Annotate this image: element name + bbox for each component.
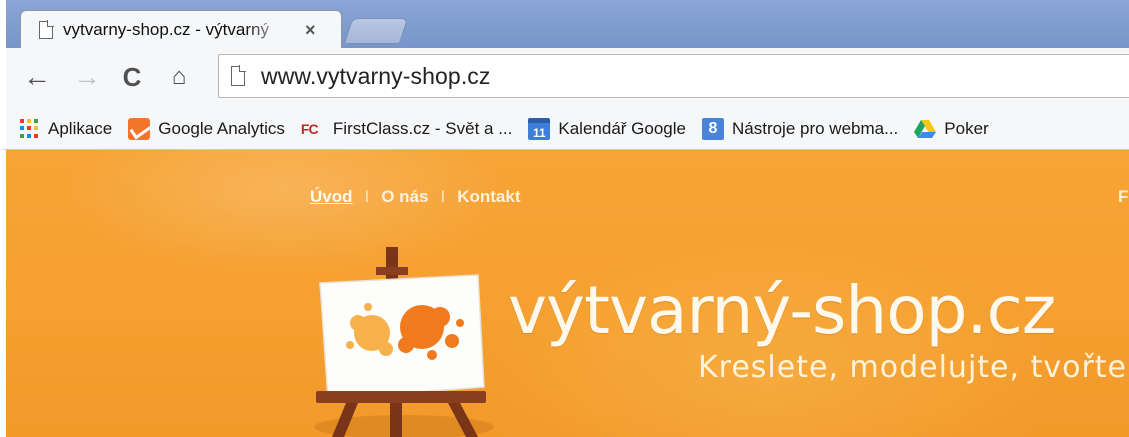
nav-link-cut-off[interactable]: F (1118, 187, 1128, 207)
bookmark-label: Poker (944, 118, 989, 138)
bookmark-firstclass[interactable]: FC FirstClass.cz - Svět a ... (301, 119, 512, 139)
bookmark-label: Aplikace (48, 118, 113, 138)
nav-link-kontakt[interactable]: Kontakt (457, 187, 520, 207)
nav-separator: I (364, 187, 370, 206)
bookmarks-bar: Aplikace Google Analytics FC FirstClass.… (0, 108, 1129, 150)
nav-link-o-nas[interactable]: O nás (381, 187, 428, 207)
bookmark-label: Nástroje pro webma... (731, 118, 899, 138)
firstclass-icon: FC (300, 120, 319, 137)
browser-toolbar: ← → C ⌂ www.vytvarny-shop.cz (0, 48, 1129, 108)
web-page: Úvod I O nás I Kontakt F výtvarný-shop.c… (6, 150, 1129, 437)
apps-grid-icon (20, 118, 40, 139)
new-tab-button[interactable] (343, 18, 409, 44)
bookmark-google-calendar[interactable]: 11 Kalendář Google (528, 117, 686, 140)
home-icon[interactable]: ⌂ (164, 62, 194, 92)
tab-title: vytvarny-shop.cz - výtvarný (63, 19, 269, 39)
bookmark-webmaster-tools[interactable]: 8 Nástroje pro webma... (701, 117, 899, 140)
easel-logo-icon[interactable] (302, 245, 502, 437)
google-drive-icon (914, 119, 937, 139)
reload-icon[interactable]: C (117, 62, 147, 92)
google-calendar-icon: 11 (528, 117, 551, 140)
page-icon (231, 65, 246, 86)
bookmark-poker[interactable]: Poker (914, 118, 989, 139)
google-analytics-icon (128, 117, 151, 140)
tab-strip: vytvarny-shop.cz - výtvarný × (0, 0, 1129, 48)
browser-tab-active[interactable]: vytvarny-shop.cz - výtvarný × (20, 10, 342, 48)
site-tagline: Kreslete, modelujte, tvořte (698, 350, 1127, 385)
site-navigation: Úvod I O nás I Kontakt (310, 187, 521, 207)
site-brand-title[interactable]: výtvarný-shop.cz (508, 278, 1056, 344)
nav-link-uvod[interactable]: Úvod (310, 187, 353, 207)
page-icon (39, 19, 54, 39)
back-arrow-icon[interactable]: ← (22, 62, 52, 92)
bookmark-google-analytics[interactable]: Google Analytics (128, 117, 285, 140)
nav-separator: I (440, 187, 446, 206)
bookmark-label: FirstClass.cz - Svět a ... (332, 118, 513, 138)
webmaster-tools-icon: 8 (701, 117, 724, 140)
forward-arrow-icon[interactable]: → (72, 62, 102, 92)
bookmark-aplikace[interactable]: Aplikace (20, 118, 113, 139)
bookmark-label: Kalendář Google (558, 118, 686, 138)
tab-close-icon[interactable]: × (305, 21, 316, 39)
address-bar-url[interactable]: www.vytvarny-shop.cz (261, 63, 491, 90)
address-bar[interactable]: www.vytvarny-shop.cz (218, 54, 1129, 98)
browser-chrome: vytvarny-shop.cz - výtvarný × ← → C ⌂ ww… (0, 0, 1129, 150)
bookmark-label: Google Analytics (158, 118, 285, 138)
